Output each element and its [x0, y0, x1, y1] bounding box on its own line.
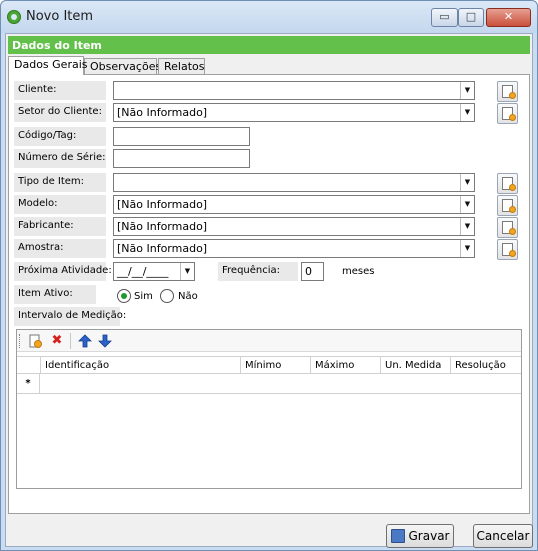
dados-gerais-panel: Cliente: ▼ Setor do Cliente: [Não Inform… [8, 74, 530, 514]
proxima-atividade-date[interactable]: __/__/____ ▼ [113, 262, 195, 281]
setor-label: Setor do Cliente: [14, 103, 106, 122]
window-body: Dados do Item Dados Gerais Observações R… [5, 33, 533, 548]
app-window: Novo Item ▭ □ ✕ Dados do Item Dados Gera… [0, 0, 538, 551]
calendar-dropdown-icon[interactable]: ▼ [180, 263, 194, 280]
minimize-button[interactable]: ▭ [431, 8, 458, 27]
move-down-icon[interactable] [97, 333, 113, 349]
chevron-down-icon[interactable]: ▼ [460, 174, 474, 191]
col-maximo[interactable]: Máximo [310, 357, 380, 374]
codigo-label: Código/Tag: [14, 127, 106, 146]
add-fabricante-button[interactable] [497, 217, 518, 238]
tipo-select[interactable]: ▼ [113, 173, 475, 192]
grid-header: Identificação Mínimo Máximo Un. Medida R… [17, 356, 521, 374]
serie-label: Número de Série: [14, 149, 106, 168]
fabricante-select[interactable]: [Não Informado] ▼ [113, 217, 475, 236]
item-ativo-nao-radio[interactable] [160, 289, 174, 303]
modelo-select[interactable]: [Não Informado] ▼ [113, 195, 475, 214]
title-bar: Novo Item ▭ □ ✕ [1, 1, 537, 33]
codigo-field[interactable] [113, 127, 250, 146]
save-icon [390, 529, 405, 543]
item-ativo-label: Item Ativo: [14, 285, 96, 304]
intervalo-label: Intervalo de Medição: [14, 307, 126, 326]
modelo-label: Modelo: [14, 195, 106, 214]
table-row[interactable]: * [17, 374, 521, 394]
item-ativo-nao-label[interactable]: Não [178, 291, 198, 302]
close-button[interactable]: ✕ [486, 8, 531, 27]
item-ativo-sim-label[interactable]: Sim [134, 291, 153, 302]
col-un-medida[interactable]: Un. Medida [380, 357, 450, 374]
app-icon [7, 10, 21, 24]
chevron-down-icon[interactable]: ▼ [460, 82, 474, 99]
cancel-button[interactable]: Cancelar [473, 524, 533, 548]
tab-dados-gerais[interactable]: Dados Gerais [8, 56, 88, 75]
proxima-atividade-label: Próxima Atividade: [14, 262, 112, 281]
tab-relatos[interactable]: Relatos [158, 58, 205, 75]
fabricante-value: [Não Informado] [117, 220, 208, 233]
toolbar-grip [19, 334, 21, 348]
modelo-value: [Não Informado] [117, 198, 208, 211]
fabricante-label: Fabricante: [14, 217, 106, 236]
add-modelo-button[interactable] [497, 195, 518, 216]
new-row-marker: * [17, 374, 40, 394]
tab-observacoes[interactable]: Observações [84, 58, 161, 75]
setor-value: [Não Informado] [117, 106, 208, 119]
cliente-select[interactable]: ▼ [113, 81, 475, 100]
amostra-select[interactable]: [Não Informado] ▼ [113, 239, 475, 258]
add-setor-button[interactable] [497, 103, 518, 124]
setor-select[interactable]: [Não Informado] ▼ [113, 103, 475, 122]
delete-icon[interactable]: ✖ [49, 333, 65, 349]
frequencia-unit: meses [342, 266, 375, 277]
intervalo-grid: ✖ Identificação Mínimo Máximo Un. Medida… [16, 329, 522, 489]
chevron-down-icon[interactable]: ▼ [460, 218, 474, 235]
add-cliente-button[interactable] [497, 81, 518, 102]
frequencia-label: Frequência: [218, 262, 298, 281]
tipo-label: Tipo de Item: [14, 173, 106, 192]
col-resolucao[interactable]: Resolução [450, 357, 521, 374]
proxima-atividade-value: __/__/____ [117, 265, 169, 278]
new-icon[interactable] [27, 333, 43, 349]
col-identificacao[interactable]: Identificação [40, 357, 240, 374]
amostra-value: [Não Informado] [117, 242, 208, 255]
save-button[interactable]: Gravar [386, 524, 454, 548]
chevron-down-icon[interactable]: ▼ [460, 104, 474, 121]
add-tipo-button[interactable] [497, 173, 518, 194]
section-header: Dados do Item [8, 36, 530, 54]
chevron-down-icon[interactable]: ▼ [460, 196, 474, 213]
toolbar-separator [70, 333, 71, 349]
move-up-icon[interactable] [77, 333, 93, 349]
save-label: Gravar [408, 529, 450, 543]
amostra-label: Amostra: [14, 239, 106, 258]
maximize-button[interactable]: □ [458, 8, 484, 27]
cliente-label: Cliente: [14, 81, 106, 100]
add-amostra-button[interactable] [497, 239, 518, 260]
frequencia-field[interactable]: 0 [301, 262, 324, 281]
serie-field[interactable] [113, 149, 250, 168]
grid-toolbar: ✖ [17, 330, 521, 352]
col-minimo[interactable]: Mínimo [240, 357, 310, 374]
window-title: Novo Item [26, 9, 94, 24]
chevron-down-icon[interactable]: ▼ [460, 240, 474, 257]
item-ativo-sim-radio[interactable] [117, 289, 131, 303]
